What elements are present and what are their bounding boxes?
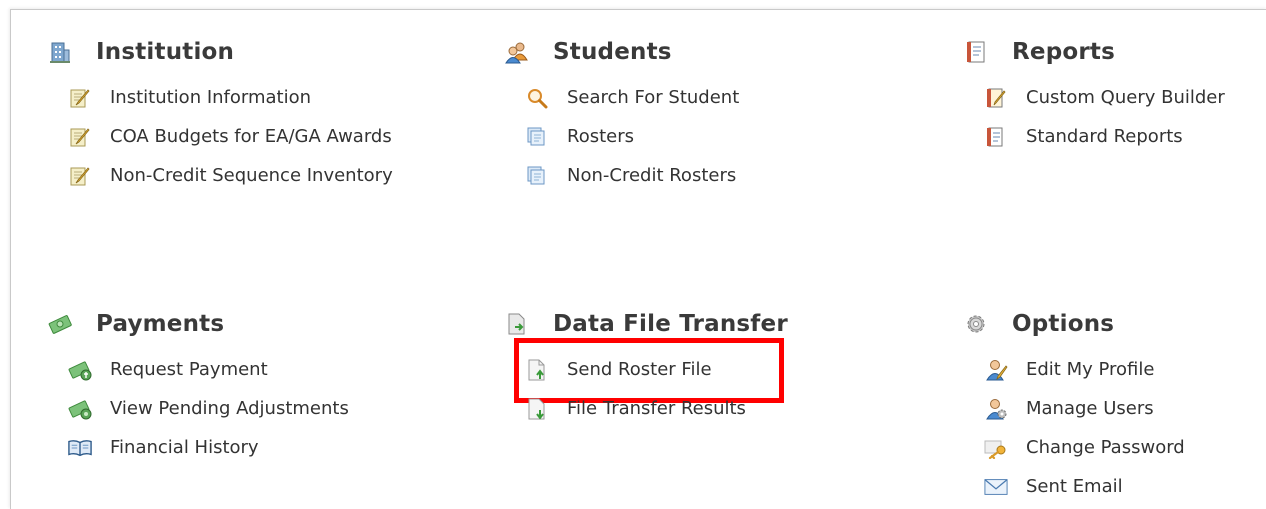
edit-document-icon — [68, 164, 92, 188]
item-label: Sent Email — [1026, 476, 1123, 497]
magnifier-icon — [525, 86, 549, 110]
section-students: Students Search For Student Rosters Non-… — [505, 36, 925, 195]
gear-icon — [964, 312, 988, 336]
link-non-credit-sequence-inventory[interactable]: Non-Credit Sequence Inventory — [48, 156, 468, 195]
link-manage-users[interactable]: Manage Users — [964, 389, 1266, 428]
edit-document-icon — [68, 86, 92, 110]
section-title: Students — [553, 39, 672, 65]
item-label: Edit My Profile — [1026, 359, 1155, 380]
envelope-icon — [984, 475, 1008, 499]
section-title: Data File Transfer — [553, 311, 788, 337]
item-label: File Transfer Results — [567, 398, 746, 419]
file-upload-icon — [525, 358, 549, 382]
section-title: Payments — [96, 311, 225, 337]
open-book-icon — [68, 436, 92, 460]
item-label: Search For Student — [567, 87, 740, 108]
section-options: Options Edit My Profile Manage Users Cha… — [964, 308, 1266, 506]
item-label: Manage Users — [1026, 398, 1154, 419]
report-icon — [984, 125, 1008, 149]
users-gear-icon — [984, 397, 1008, 421]
item-label: Change Password — [1026, 437, 1185, 458]
section-title: Institution — [96, 39, 235, 65]
link-view-pending-adjustments[interactable]: View Pending Adjustments — [48, 389, 468, 428]
money-icon — [48, 312, 72, 336]
section-title: Reports — [1012, 39, 1116, 65]
item-label: Financial History — [110, 437, 259, 458]
key-icon — [984, 436, 1008, 460]
link-custom-query-builder[interactable]: Custom Query Builder — [964, 78, 1266, 117]
edit-document-icon — [68, 125, 92, 149]
link-search-for-student[interactable]: Search For Student — [505, 78, 925, 117]
stacked-documents-icon — [525, 164, 549, 188]
link-financial-history[interactable]: Financial History — [48, 428, 468, 467]
item-label: Standard Reports — [1026, 126, 1183, 147]
item-label: Institution Information — [110, 87, 312, 108]
section-data-file-transfer: Data File Transfer Send Roster File File… — [505, 308, 925, 428]
section-institution: Institution Institution Information COA … — [48, 36, 468, 195]
user-edit-icon — [984, 358, 1008, 382]
item-label: COA Budgets for EA/GA Awards — [110, 126, 392, 147]
link-non-credit-rosters[interactable]: Non-Credit Rosters — [505, 156, 925, 195]
link-standard-reports[interactable]: Standard Reports — [964, 117, 1266, 156]
section-title: Options — [1012, 311, 1115, 337]
money-icon — [68, 358, 92, 382]
link-coa-budgets[interactable]: COA Budgets for EA/GA Awards — [48, 117, 468, 156]
item-label: Send Roster File — [567, 359, 712, 380]
section-payments: Payments Request Payment View Pending Ad… — [48, 308, 468, 467]
building-icon — [48, 40, 72, 64]
stacked-documents-icon — [525, 125, 549, 149]
file-download-icon — [525, 397, 549, 421]
section-reports: Reports Custom Query Builder Standard Re… — [964, 36, 1266, 156]
link-institution-information[interactable]: Institution Information — [48, 78, 468, 117]
item-label: Non-Credit Sequence Inventory — [110, 165, 393, 186]
link-request-payment[interactable]: Request Payment — [48, 350, 468, 389]
link-file-transfer-results[interactable]: File Transfer Results — [505, 389, 925, 428]
money-icon — [68, 397, 92, 421]
link-edit-my-profile[interactable]: Edit My Profile — [964, 350, 1266, 389]
link-change-password[interactable]: Change Password — [964, 428, 1266, 467]
item-label: Non-Credit Rosters — [567, 165, 737, 186]
link-rosters[interactable]: Rosters — [505, 117, 925, 156]
report-edit-icon — [984, 86, 1008, 110]
report-icon — [964, 40, 988, 64]
users-icon — [505, 40, 529, 64]
item-label: Request Payment — [110, 359, 268, 380]
link-send-roster-file[interactable]: Send Roster File — [505, 350, 925, 389]
link-sent-email[interactable]: Sent Email — [964, 467, 1266, 506]
item-label: View Pending Adjustments — [110, 398, 349, 419]
item-label: Custom Query Builder — [1026, 87, 1225, 108]
file-transfer-icon — [505, 312, 529, 336]
item-label: Rosters — [567, 126, 634, 147]
